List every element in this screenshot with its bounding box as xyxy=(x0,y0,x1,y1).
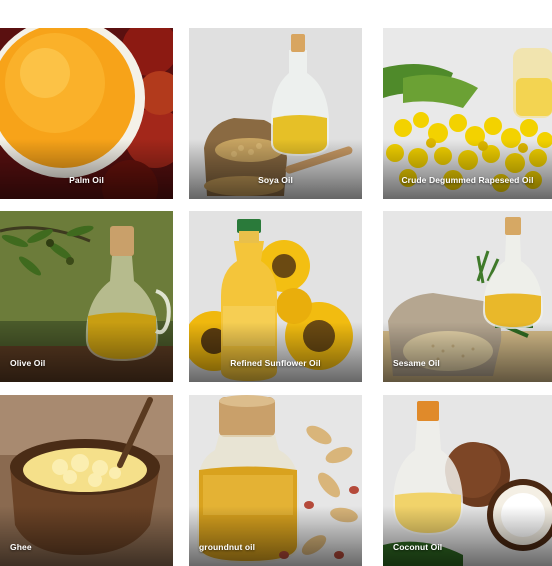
product-card-sunflower-oil[interactable]: Refined Sunflower Oil xyxy=(189,211,362,382)
product-label: Olive Oil xyxy=(10,358,46,368)
product-card-coconut-oil[interactable]: Coconut Oil xyxy=(383,395,552,566)
product-card-soya-oil[interactable]: Soya Oil xyxy=(189,28,362,199)
product-label: Crude Degummed Rapeseed Oil xyxy=(401,175,534,185)
product-label: Refined Sunflower Oil xyxy=(230,358,321,368)
product-card-ghee[interactable]: Ghee xyxy=(0,395,173,566)
product-label: Ghee xyxy=(10,542,32,552)
product-card-palm-oil[interactable]: Palm Oil xyxy=(0,28,173,199)
product-card-sesame-oil[interactable]: Sesame Oil xyxy=(383,211,552,382)
product-label: groundnut oil xyxy=(199,542,256,552)
product-card-groundnut-oil[interactable]: groundnut oil xyxy=(189,395,362,566)
product-label: Palm Oil xyxy=(69,175,104,185)
product-label: Soya Oil xyxy=(258,175,293,185)
product-label: Sesame Oil xyxy=(393,358,440,368)
product-card-olive-oil[interactable]: Olive Oil xyxy=(0,211,173,382)
product-grid: Palm Oil Soya Oil Crude Degummed Rapesee… xyxy=(0,0,552,566)
product-card-rapeseed-oil[interactable]: Crude Degummed Rapeseed Oil xyxy=(383,28,552,199)
product-label: Coconut Oil xyxy=(393,542,443,552)
